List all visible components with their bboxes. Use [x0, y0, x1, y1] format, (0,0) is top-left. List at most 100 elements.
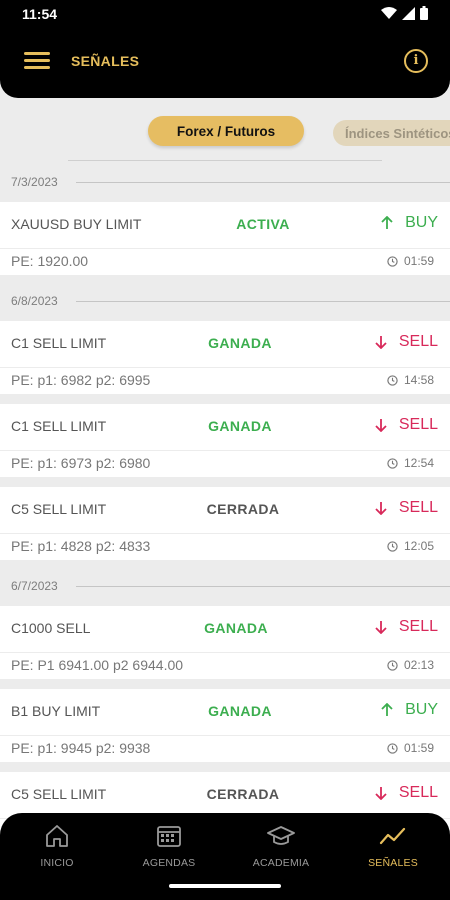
nav-item-agendas[interactable]: AGENDAS: [124, 823, 214, 869]
signal-card[interactable]: C1 SELL LIMIT GANADA SELL PE: p1: 6982 p…: [0, 321, 450, 404]
signal-direction-label: SELL: [398, 416, 438, 433]
battery-icon: [420, 6, 428, 20]
signal-card-header: C1 SELL LIMIT GANADA SELL: [0, 321, 450, 367]
signal-direction: BUY: [381, 214, 438, 232]
date-label: 6/7/2023: [11, 579, 68, 593]
signal-card[interactable]: C5 SELL LIMIT CERRADA SELL PE: p1: 4828 …: [0, 487, 450, 570]
signal-direction-label: BUY: [405, 214, 438, 231]
signal-direction: SELL: [375, 618, 438, 636]
signal-time: 01:59: [387, 741, 434, 755]
signal-card-details: PE: 1920.00 01:59: [0, 249, 450, 275]
signal-direction: SELL: [375, 416, 438, 434]
calendar-icon: [157, 826, 181, 847]
clock-icon: [387, 457, 398, 469]
signal-pair: B1 BUY LIMIT: [11, 703, 101, 719]
signal-pair: XAUUSD BUY LIMIT: [11, 216, 142, 232]
signal-icon: [402, 6, 415, 20]
signal-direction-label: BUY: [405, 701, 438, 718]
arrow-down-icon: [375, 419, 387, 432]
signal-status: GANADA: [208, 703, 272, 719]
signal-card-details: PE: P1 6941.00 p2 6944.00 02:13: [0, 653, 450, 679]
nav-item-academia[interactable]: ACADEMIA: [236, 823, 326, 869]
signal-direction-label: SELL: [398, 499, 438, 516]
signal-direction: SELL: [375, 333, 438, 351]
date-divider: [76, 586, 450, 587]
signal-direction-label: SELL: [398, 333, 438, 350]
signal-time: 12:54: [387, 456, 434, 470]
signal-pair: C1000 SELL: [11, 620, 91, 636]
signal-card[interactable]: B1 BUY LIMIT GANADA BUY PE: p1: 9945 p2:…: [0, 689, 450, 772]
date-header: 6/8/2023: [0, 285, 450, 321]
signal-time-label: 14:58: [403, 373, 434, 387]
signal-status: CERRADA: [206, 786, 280, 802]
signal-list[interactable]: 7/3/2023 XAUUSD BUY LIMIT ACTIVA BUY PE:…: [0, 166, 450, 855]
signal-entry-price: PE: p1: 6982 p2: 6995: [11, 372, 151, 388]
market-tabs: Forex / Futuros Índices Sintéticos: [0, 112, 450, 152]
signal-status: CERRADA: [206, 501, 280, 517]
signal-card[interactable]: C1 SELL LIMIT GANADA SELL PE: p1: 6973 p…: [0, 404, 450, 487]
signal-card-header: C5 SELL LIMIT CERRADA SELL: [0, 772, 450, 818]
date-label: 6/8/2023: [11, 294, 68, 308]
signal-entry-price: PE: p1: 6973 p2: 6980: [11, 455, 151, 471]
status-time: 11:54: [22, 6, 58, 22]
trend-line-icon: [379, 827, 406, 845]
hamburger-menu-icon[interactable]: [24, 52, 50, 72]
tab-forex-futuros[interactable]: Forex / Futuros: [148, 116, 304, 146]
clock-icon: [387, 255, 398, 267]
signal-entry-price: PE: P1 6941.00 p2 6944.00: [11, 657, 184, 673]
nav-label-agendas: AGENDAS: [142, 857, 196, 869]
graduation-cap-icon: [267, 826, 295, 845]
signal-entry-price: PE: p1: 4828 p2: 4833: [11, 538, 151, 554]
arrow-up-icon: [381, 216, 393, 229]
signal-time-label: 01:59: [403, 741, 434, 755]
signal-status: GANADA: [208, 418, 272, 434]
signal-status: ACTIVA: [236, 216, 290, 232]
signal-card-details: PE: p1: 6982 p2: 6995 14:58: [0, 368, 450, 394]
tab-indices-sinteticos[interactable]: Índices Sintéticos: [333, 120, 450, 146]
signal-pair: C5 SELL LIMIT: [11, 786, 107, 802]
nav-item-senales[interactable]: SEÑALES: [348, 823, 438, 869]
signal-status: GANADA: [208, 335, 272, 351]
signal-time: 02:13: [387, 658, 434, 672]
info-icon[interactable]: i: [404, 49, 428, 73]
signal-card-details: PE: p1: 6973 p2: 6980 12:54: [0, 451, 450, 477]
signal-direction: BUY: [381, 701, 438, 719]
signal-card-header: C1000 SELL GANADA SELL: [0, 606, 450, 652]
signal-pair: C1 SELL LIMIT: [11, 418, 107, 434]
signal-time: 01:59: [387, 254, 434, 268]
arrow-down-icon: [375, 502, 387, 515]
signal-time-label: 12:05: [403, 539, 434, 553]
signal-card-details: PE: p1: 9945 p2: 9938 01:59: [0, 736, 450, 762]
signal-pair: C5 SELL LIMIT: [11, 501, 107, 517]
signal-time-label: 02:13: [403, 658, 434, 672]
nav-label-senales: SEÑALES: [368, 857, 418, 869]
date-header: 7/3/2023: [0, 166, 450, 202]
home-indicator: [169, 884, 281, 888]
home-icon: [46, 825, 68, 847]
signal-card-header: C5 SELL LIMIT CERRADA SELL: [0, 487, 450, 533]
clock-icon: [387, 374, 398, 386]
status-icons: [381, 6, 428, 20]
clock-icon: [387, 540, 398, 552]
signal-card-header: XAUUSD BUY LIMIT ACTIVA BUY: [0, 202, 450, 248]
signal-entry-price: PE: 1920.00: [11, 253, 89, 269]
arrow-down-icon: [375, 787, 387, 800]
signal-card[interactable]: C1000 SELL GANADA SELL PE: P1 6941.00 p2…: [0, 606, 450, 689]
date-divider: [76, 182, 450, 183]
date-divider: [76, 301, 450, 302]
signal-time: 14:58: [387, 373, 434, 387]
date-label: 7/3/2023: [11, 175, 68, 189]
date-header: 6/7/2023: [0, 570, 450, 606]
arrow-down-icon: [375, 336, 387, 349]
signal-time: 12:05: [387, 539, 434, 553]
signal-card-header: B1 BUY LIMIT GANADA BUY: [0, 689, 450, 735]
signal-time-label: 01:59: [403, 254, 434, 268]
clock-icon: [387, 742, 398, 754]
nav-item-inicio[interactable]: INICIO: [12, 823, 102, 869]
signal-card-details: PE: p1: 4828 p2: 4833 12:05: [0, 534, 450, 560]
page-title: SEÑALES: [71, 53, 140, 69]
nav-label-inicio: INICIO: [40, 857, 74, 869]
nav-label-academia: ACADEMIA: [252, 857, 310, 869]
signal-card[interactable]: XAUUSD BUY LIMIT ACTIVA BUY PE: 1920.00 …: [0, 202, 450, 285]
tab-divider: [68, 160, 382, 161]
